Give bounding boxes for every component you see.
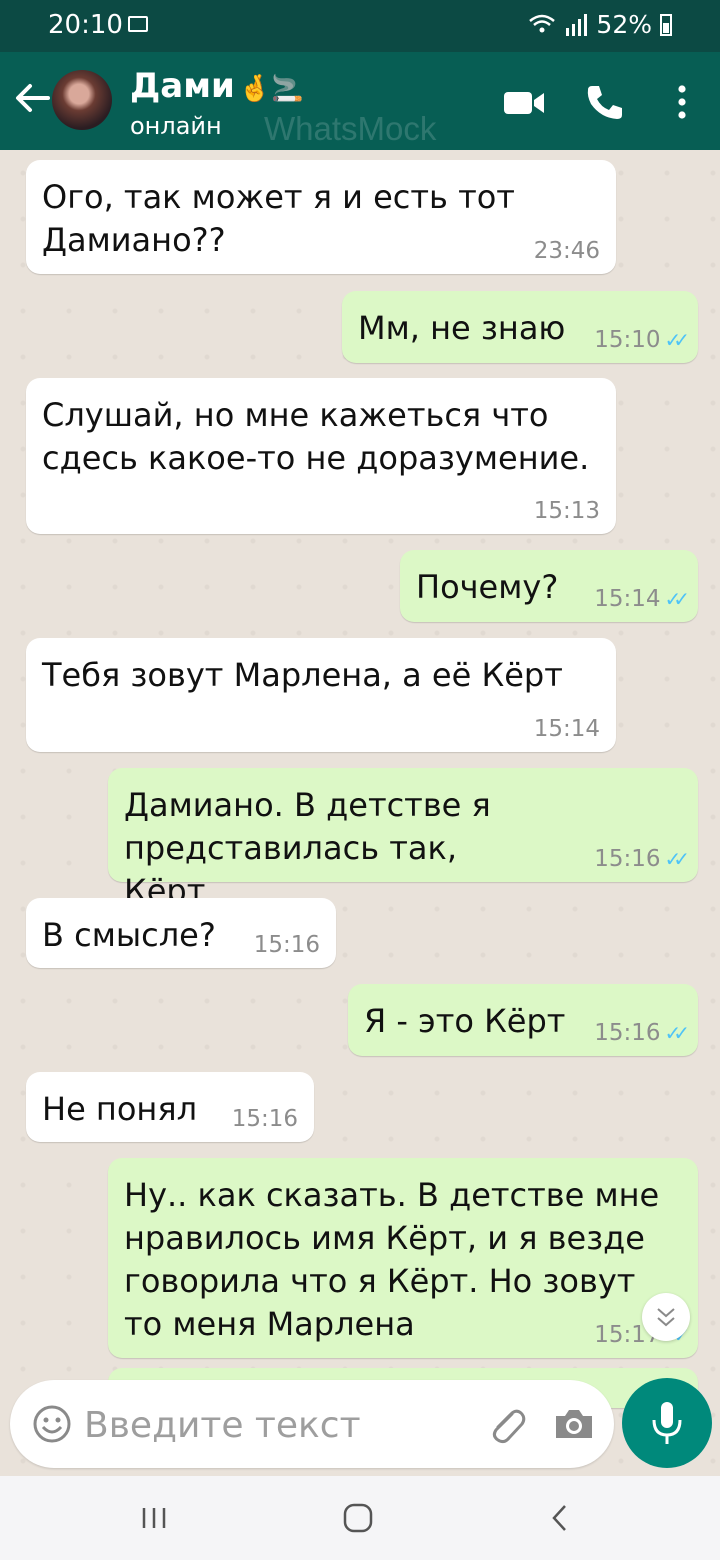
home-icon[interactable] bbox=[336, 1496, 380, 1540]
chevron-double-down-icon bbox=[657, 1308, 675, 1327]
watermark: WhatsMock bbox=[264, 110, 437, 147]
message-time: 15:14 bbox=[533, 716, 600, 742]
microphone-button[interactable] bbox=[622, 1378, 712, 1468]
chat-header: Дами 🤞🚬 онлайн WhatsMock bbox=[0, 52, 720, 150]
message-text: Дамиано. В детстве я представилась так, … bbox=[124, 786, 491, 910]
double-check-icon: ✓✓ bbox=[664, 587, 689, 611]
message-bubble[interactable]: Не понял 15:16 bbox=[26, 1072, 314, 1142]
message-bubble[interactable]: В смысле? 15:16 bbox=[26, 898, 336, 968]
battery-percent: 52% bbox=[596, 10, 652, 39]
message-meta: 15:14 bbox=[534, 716, 600, 742]
contact-emoji: 🤞🚬 bbox=[238, 74, 304, 104]
message-bubble[interactable]: Слушай, но мне кажеться что сдесь какое-… bbox=[26, 378, 616, 534]
wifi-icon bbox=[529, 14, 556, 32]
more-vertical-icon[interactable] bbox=[660, 80, 704, 124]
avatar[interactable] bbox=[52, 70, 112, 130]
message-meta: 15:16 bbox=[232, 1106, 298, 1132]
message-time: 15:16 bbox=[594, 846, 661, 872]
image-notification-icon bbox=[128, 16, 148, 32]
double-check-icon: ✓✓ bbox=[664, 1021, 689, 1045]
message-time: 23:46 bbox=[533, 238, 600, 264]
contact-name-text: Дами bbox=[130, 66, 235, 106]
message-composer bbox=[10, 1380, 614, 1468]
message-bubble[interactable]: Ого, так может я и есть тот Дамиано?? 23… bbox=[26, 160, 616, 274]
message-meta: 15:16 ✓✓ bbox=[594, 846, 690, 872]
scroll-down-button[interactable] bbox=[642, 1293, 690, 1341]
message-text: Ого, так может я и есть тот Дамиано?? bbox=[42, 178, 515, 259]
arrow-left-icon[interactable] bbox=[12, 76, 52, 120]
paperclip-icon[interactable] bbox=[482, 1400, 530, 1448]
message-bubble[interactable]: Я - это Кёрт 15:16 ✓✓ bbox=[348, 984, 698, 1056]
chat-area[interactable]: Ого, так может я и есть тот Дамиано?? 23… bbox=[0, 150, 720, 1480]
battery-icon bbox=[660, 13, 672, 36]
contact-status: онлайн bbox=[130, 112, 222, 140]
message-meta: 15:16 ✓✓ bbox=[594, 1020, 690, 1046]
contact-name[interactable]: Дами 🤞🚬 bbox=[130, 66, 304, 106]
microphone-icon bbox=[652, 1402, 682, 1444]
message-bubble[interactable]: Дамиано. В детстве я представилась так, … bbox=[108, 768, 698, 910]
status-right: 52% bbox=[528, 10, 672, 39]
message-text: Тебя зовут Марлена, а её Кёрт bbox=[42, 656, 563, 694]
emoji-icon[interactable] bbox=[28, 1400, 76, 1448]
camera-icon[interactable] bbox=[550, 1400, 598, 1448]
signal-icon bbox=[566, 13, 588, 36]
recent-apps-icon[interactable] bbox=[132, 1496, 176, 1540]
message-time: 15:16 bbox=[231, 1106, 298, 1132]
status-time: 20:10 bbox=[48, 10, 123, 40]
message-time: 15:13 bbox=[533, 498, 600, 524]
message-bubble[interactable]: Почему? 15:14 ✓✓ bbox=[400, 550, 698, 622]
system-navigation-bar bbox=[0, 1476, 720, 1560]
message-bubble[interactable]: Мм, не знаю 15:10 ✓✓ bbox=[342, 291, 698, 363]
message-time: 15:10 bbox=[594, 327, 661, 353]
message-text: Ну.. как сказать. В детстве мне нравилос… bbox=[124, 1176, 660, 1343]
message-input[interactable] bbox=[82, 1394, 466, 1456]
message-meta: 15:16 bbox=[254, 932, 320, 958]
message-meta: 15:13 bbox=[534, 498, 600, 524]
status-bar: 20:10 52% bbox=[0, 0, 720, 52]
message-bubble[interactable]: Ну.. как сказать. В детстве мне нравилос… bbox=[108, 1158, 698, 1358]
message-meta: 23:46 bbox=[534, 238, 600, 264]
phone-icon[interactable] bbox=[582, 80, 626, 124]
double-check-icon: ✓✓ bbox=[664, 328, 689, 352]
message-text: Слушай, но мне кажеться что сдесь какое-… bbox=[42, 396, 590, 477]
message-bubble[interactable]: Тебя зовут Марлена, а её Кёрт 15:14 bbox=[26, 638, 616, 752]
double-check-icon: ✓✓ bbox=[664, 847, 689, 871]
video-call-icon[interactable] bbox=[502, 80, 546, 124]
message-meta: 15:10 ✓✓ bbox=[594, 327, 690, 353]
message-meta: 15:14 ✓✓ bbox=[594, 586, 690, 612]
message-time: 15:16 bbox=[253, 932, 320, 958]
message-time: 15:16 bbox=[594, 1020, 661, 1046]
message-time: 15:14 bbox=[594, 586, 661, 612]
back-nav-icon[interactable] bbox=[538, 1496, 582, 1540]
